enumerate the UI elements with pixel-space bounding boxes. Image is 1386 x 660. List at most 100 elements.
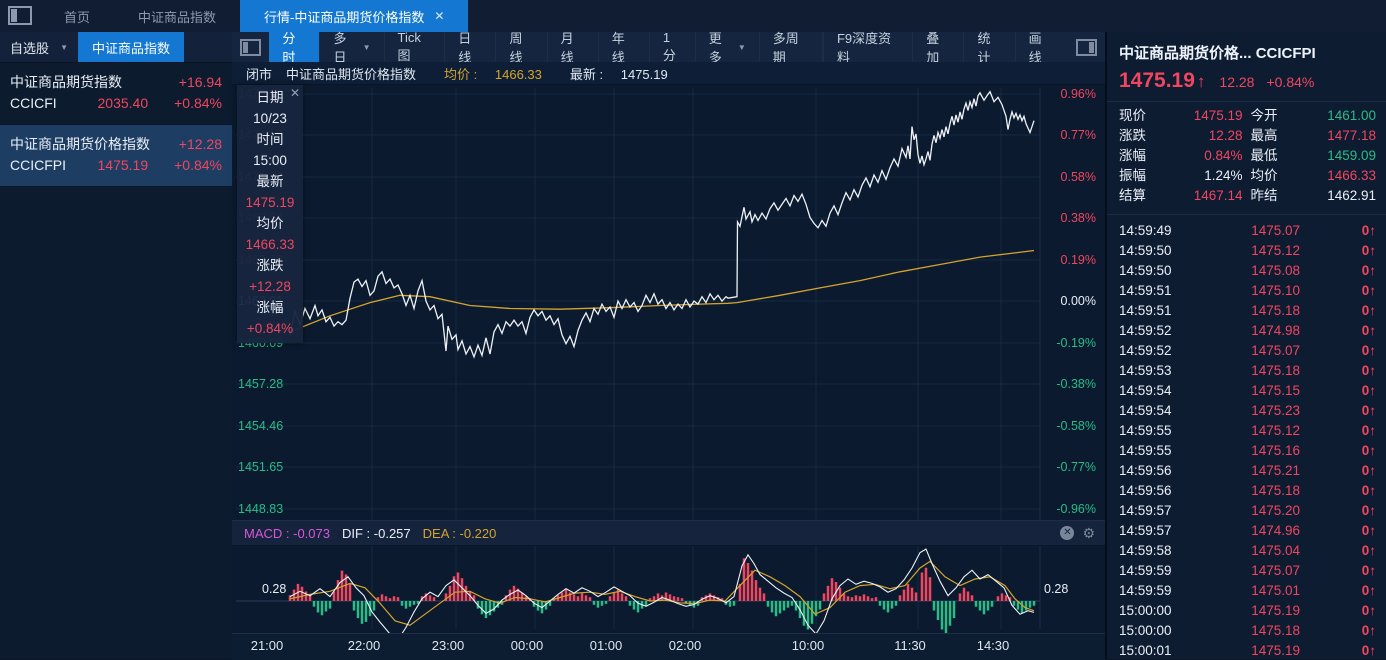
watchlist-item[interactable]: 中证商品期货价格指数+12.28CCICFPI1475.19+0.84% xyxy=(0,125,232,187)
tooltip-close-icon[interactable]: ✕ xyxy=(290,86,300,100)
up-arrow-icon: ↑ xyxy=(1369,223,1376,238)
divider xyxy=(1107,214,1386,215)
tick-volume: 0↑ xyxy=(1346,643,1376,658)
watchlist-group-dropdown[interactable]: 自选股 ▼ xyxy=(0,32,78,62)
tick-price: 1475.21 xyxy=(1197,463,1346,478)
tick-row: 14:59:541475.230↑ xyxy=(1107,400,1386,420)
pct-axis-label: -0.19% xyxy=(1044,335,1096,351)
time-axis-label: 00:00 xyxy=(511,638,544,653)
pct-axis-label: -0.77% xyxy=(1044,459,1096,475)
period-tab-年线[interactable]: 年线 xyxy=(599,32,650,62)
toolbar-button-叠加[interactable]: 叠加 xyxy=(912,32,963,62)
up-arrow-icon: ↑ xyxy=(1369,283,1376,298)
time-axis: 21:0022:0023:0000:0001:0002:0010:0011:30… xyxy=(232,633,1105,660)
tick-row: 14:59:511475.100↑ xyxy=(1107,280,1386,300)
collapse-left-panel-icon[interactable] xyxy=(240,39,261,56)
tick-row: 14:59:551475.160↑ xyxy=(1107,440,1386,460)
stat-value: 1466.33 xyxy=(1295,166,1377,186)
gear-icon[interactable]: ⚙ xyxy=(1082,525,1095,542)
collapse-right-panel-icon[interactable] xyxy=(1076,39,1097,56)
toolbar-button-画线[interactable]: 画线 xyxy=(1015,32,1066,62)
tick-time: 14:59:55 xyxy=(1119,443,1197,458)
instrument-price: 1475.19 xyxy=(98,155,149,176)
chevron-down-icon: ▼ xyxy=(738,43,746,52)
tick-price: 1474.98 xyxy=(1197,323,1346,338)
top-tab-item[interactable]: 首页 xyxy=(40,0,114,32)
up-arrow-icon: ↑ xyxy=(1369,523,1376,538)
tick-row: 15:00:011475.190↑ xyxy=(1107,640,1386,660)
market-state: 闭市 xyxy=(246,64,272,83)
pct-axis-label: 0.38% xyxy=(1044,210,1096,226)
top-tab-item[interactable]: 中证商品指数 xyxy=(114,0,240,32)
tick-price: 1475.12 xyxy=(1197,423,1346,438)
tick-time: 15:00:00 xyxy=(1119,603,1197,618)
pct-axis-label: 0.77% xyxy=(1044,127,1096,143)
period-tab-label: 日线 xyxy=(458,28,482,66)
app-window-icon[interactable] xyxy=(8,6,32,25)
stat-label: 结算 xyxy=(1119,186,1153,206)
close-icon[interactable]: ✕ xyxy=(434,9,444,23)
time-axis-label: 22:00 xyxy=(348,638,381,653)
tick-time: 15:00:00 xyxy=(1119,623,1197,638)
period-tab-label: 更多 xyxy=(709,28,732,66)
macd-header-icons: ✕ ⚙ xyxy=(1060,525,1095,542)
watchlist-item[interactable]: 中证商品期货指数+16.94CCICFI2035.40+0.84% xyxy=(0,63,232,125)
toolbar-button-统计[interactable]: 统计 xyxy=(963,32,1014,62)
period-tab-多日[interactable]: 多日▼ xyxy=(320,32,384,62)
tooltip-value: +12.28 xyxy=(237,276,303,297)
period-tab-label: 月线 xyxy=(561,28,585,66)
close-indicator-icon[interactable]: ✕ xyxy=(1060,526,1074,540)
stat-value: 0.84% xyxy=(1161,146,1243,166)
tick-row: 14:59:571475.200↑ xyxy=(1107,500,1386,520)
tick-volume: 0↑ xyxy=(1346,583,1376,598)
tick-price: 1475.23 xyxy=(1197,403,1346,418)
tick-price: 1475.15 xyxy=(1197,383,1346,398)
period-tabs: 分时多日▼Tick图日线周线月线年线1分更多▼多周期 xyxy=(269,32,823,62)
tick-row: 14:59:521474.980↑ xyxy=(1107,320,1386,340)
time-axis-label: 21:00 xyxy=(251,638,284,653)
tooltip-label: 最新 xyxy=(237,171,303,192)
stat-value: 1461.00 xyxy=(1295,106,1377,126)
toolbar-right-group: F9深度资料叠加统计画线 xyxy=(823,32,1105,62)
period-tab-更多[interactable]: 更多▼ xyxy=(696,32,760,62)
tick-volume: 0↑ xyxy=(1346,243,1376,258)
period-tab-分时[interactable]: 分时 xyxy=(269,32,320,62)
period-tab-label: 分时 xyxy=(282,28,306,66)
tick-price: 1475.07 xyxy=(1197,223,1346,238)
chart-toolbar: 分时多日▼Tick图日线周线月线年线1分更多▼多周期 F9深度资料叠加统计画线 xyxy=(232,32,1105,63)
tick-list[interactable]: 14:59:491475.070↑14:59:501475.120↑14:59:… xyxy=(1107,220,1386,660)
period-tab-周线[interactable]: 周线 xyxy=(496,32,547,62)
period-tab-多周期[interactable]: 多周期 xyxy=(760,32,823,62)
time-axis-label: 23:00 xyxy=(432,638,465,653)
period-tab-1分[interactable]: 1分 xyxy=(650,32,696,62)
tick-volume: 0↑ xyxy=(1346,503,1376,518)
tooltip-value: 10/23 xyxy=(237,108,303,129)
chart-tooltip: ✕ 日期10/23时间15:00最新1475.19均价1466.33涨跌+12.… xyxy=(237,85,303,343)
instrument-change: +12.28 xyxy=(179,134,222,155)
avg-price-status: 均价 : 1466.33 xyxy=(430,64,542,83)
tooltip-value: 1475.19 xyxy=(237,192,303,213)
macd-value: MACD : -0.073 xyxy=(244,526,330,541)
tick-volume: 0↑ xyxy=(1346,263,1376,278)
tick-row: 14:59:541475.150↑ xyxy=(1107,380,1386,400)
tick-price: 1475.18 xyxy=(1197,363,1346,378)
tick-row: 14:59:571474.960↑ xyxy=(1107,520,1386,540)
period-tab-Tick图[interactable]: Tick图 xyxy=(385,32,446,62)
tick-row: 14:59:561475.210↑ xyxy=(1107,460,1386,480)
up-arrow-icon: ↑ xyxy=(1369,563,1376,578)
watchlist-tab-csi-commodity[interactable]: 中证商品指数 xyxy=(78,32,184,62)
intraday-chart[interactable] xyxy=(232,84,1105,659)
stat-label: 涨幅 xyxy=(1119,146,1153,166)
up-arrow-icon: ↑ xyxy=(1369,263,1376,278)
toolbar-button-F9深度资料[interactable]: F9深度资料 xyxy=(823,32,912,62)
top-tab-label: 行情-中证商品期货价格指数 xyxy=(264,7,424,26)
tick-volume: 0↑ xyxy=(1346,603,1376,618)
up-arrow-icon: ↑ xyxy=(1369,363,1376,378)
tick-row: 14:59:561475.180↑ xyxy=(1107,480,1386,500)
price-axis-label: 1448.83 xyxy=(238,501,294,517)
up-arrow-icon: ↑ xyxy=(1369,343,1376,358)
stat-label: 涨跌 xyxy=(1119,126,1153,146)
period-tab-月线[interactable]: 月线 xyxy=(548,32,599,62)
tick-price: 1475.20 xyxy=(1197,503,1346,518)
period-tab-日线[interactable]: 日线 xyxy=(445,32,496,62)
